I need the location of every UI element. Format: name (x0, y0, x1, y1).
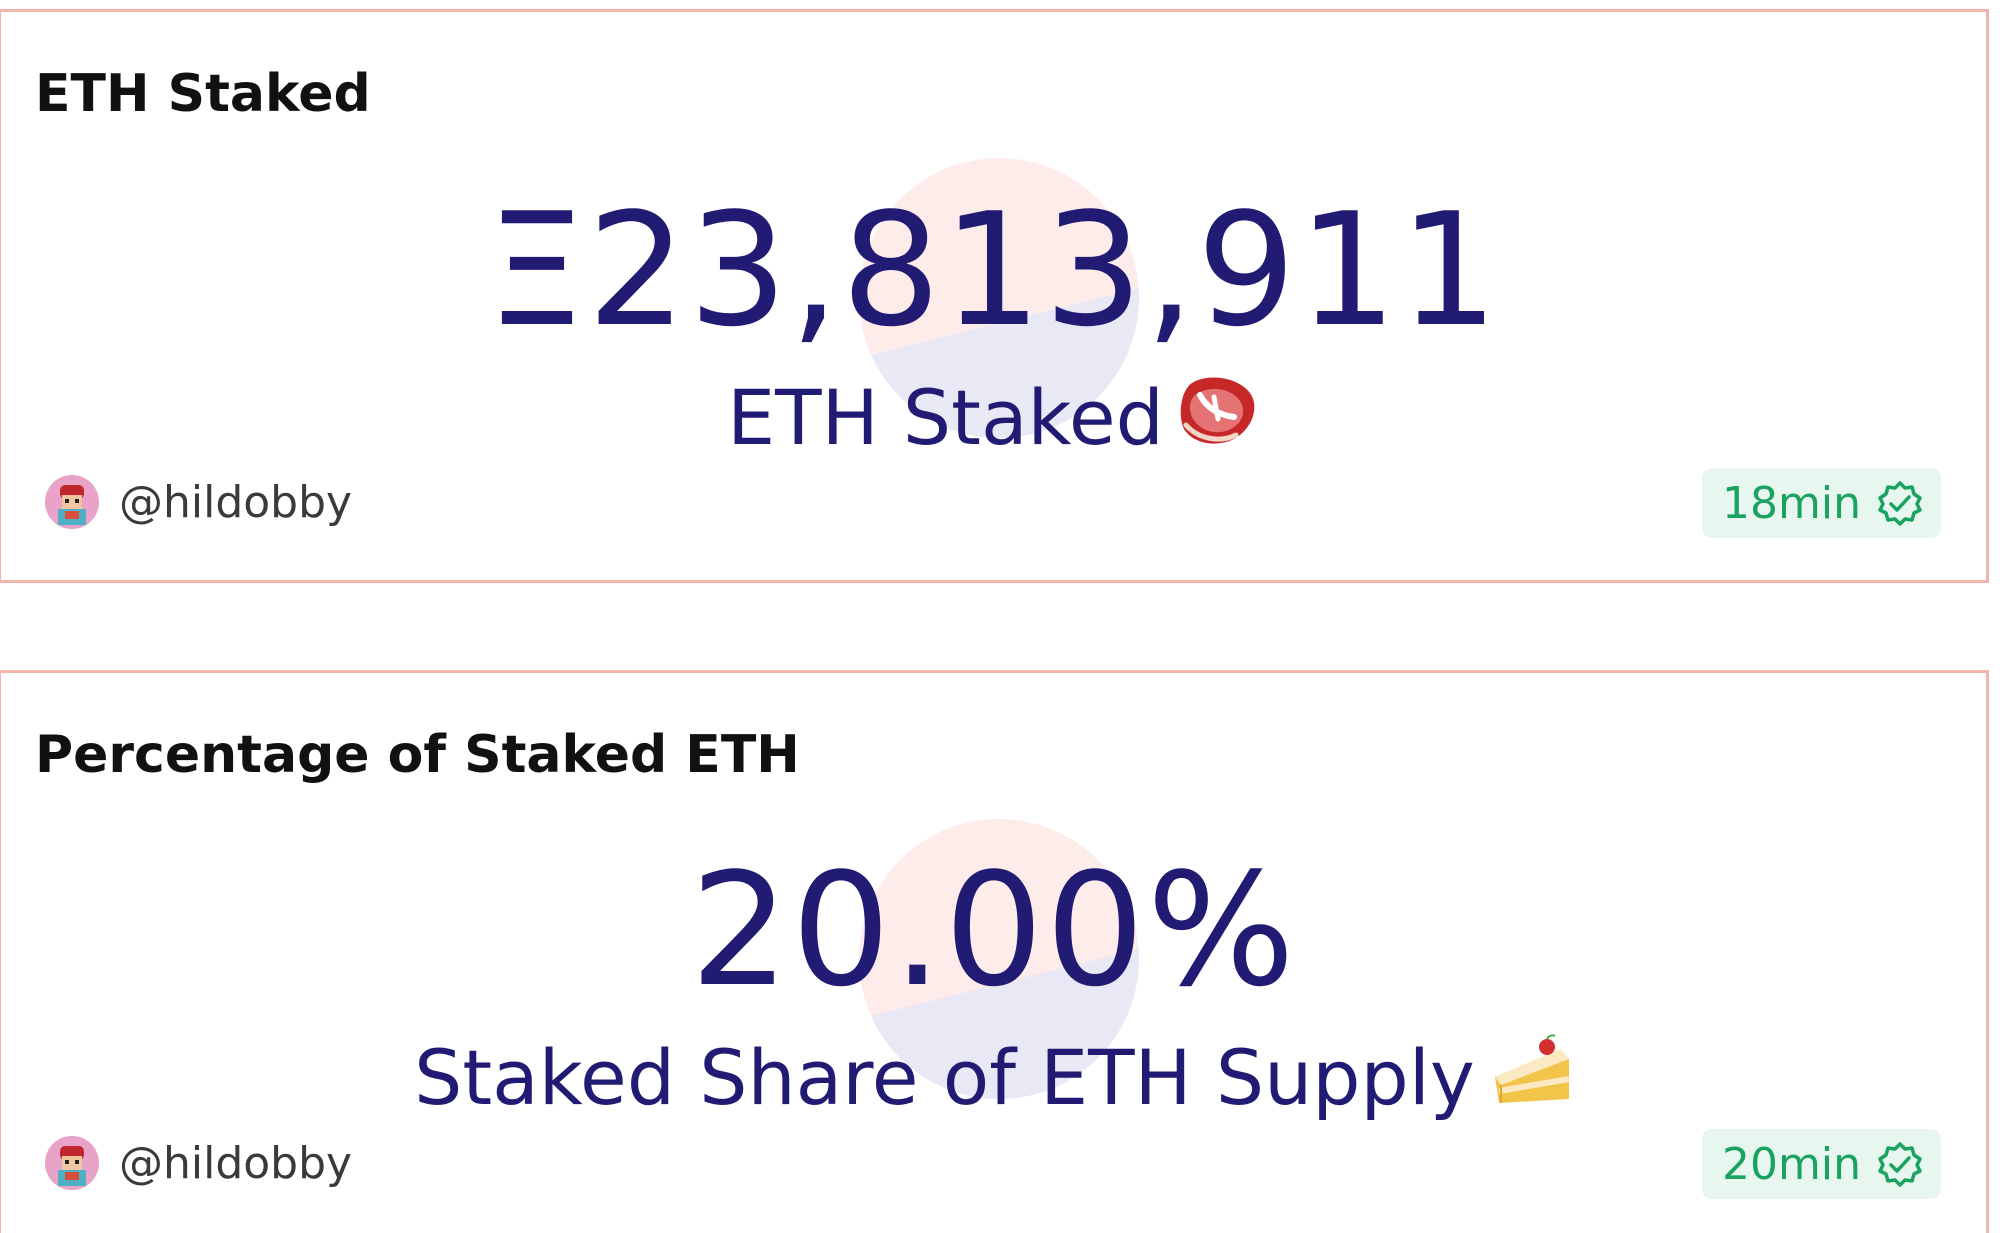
counter-subtitle-text: Staked Share of ETH Supply (414, 1033, 1475, 1122)
avatar[interactable] (45, 475, 99, 529)
counter-subtitle: ETH Staked (1, 377, 1986, 467)
steak-icon (1178, 373, 1260, 461)
cake-icon (1489, 1033, 1573, 1121)
avatar[interactable] (45, 1136, 99, 1190)
freshness-time: 20min (1722, 1138, 1861, 1190)
author-name[interactable]: @hildobby (119, 1138, 352, 1189)
verified-check-icon (1878, 481, 1922, 526)
freshness-badge[interactable]: 20min (1702, 1129, 1941, 1199)
counter-value: Ξ23,813,911 (486, 179, 1501, 361)
verified-check-icon (1878, 1142, 1922, 1187)
freshness-time: 18min (1722, 477, 1861, 529)
counter-card-percentage-staked: Percentage of Staked ETH 20.00% Staked S… (0, 670, 1989, 1233)
author-name[interactable]: @hildobby (119, 477, 352, 528)
freshness-badge[interactable]: 18min (1702, 468, 1941, 538)
counter-subtitle-text: ETH Staked (727, 373, 1164, 462)
counter-value: 20.00% (690, 839, 1297, 1021)
counter-subtitle: Staked Share of ETH Supply (1, 1034, 1986, 1127)
author[interactable]: @hildobby (45, 1136, 352, 1190)
card-title: ETH Staked (35, 64, 371, 124)
card-title: Percentage of Staked ETH (35, 725, 800, 785)
counter-card-eth-staked: ETH Staked Ξ23,813,911 ETH Staked @hildo… (0, 9, 1989, 583)
author[interactable]: @hildobby (45, 475, 352, 529)
